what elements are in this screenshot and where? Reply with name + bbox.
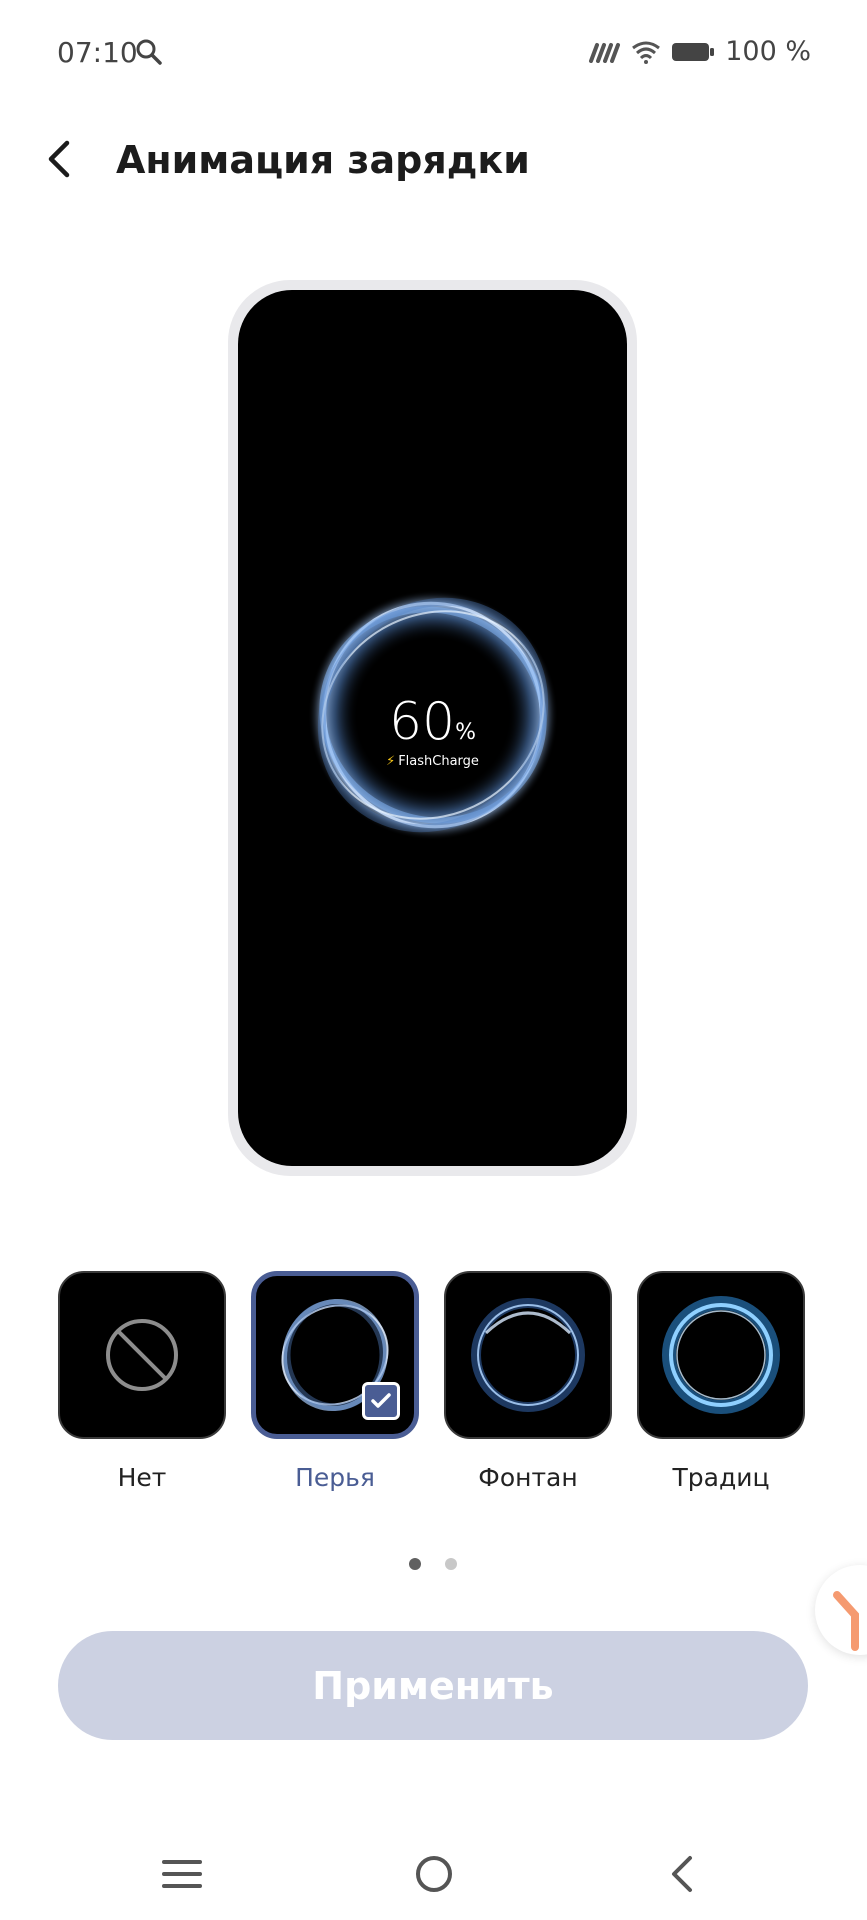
navigation-bar [0,1830,867,1920]
flash-bolt-icon: ⚡ [386,754,396,769]
search-icon [136,39,162,65]
home-button[interactable] [404,1844,464,1904]
floating-assistant-button[interactable] [815,1565,867,1655]
status-bar: 07:10 100 % [0,0,867,100]
option-fountain-label: Фонтан [478,1463,578,1492]
option-traditional-thumb[interactable] [637,1271,805,1439]
phone-preview-frame: 60% ⚡ FlashCharge [228,280,637,1176]
back-button[interactable] [36,134,80,184]
option-none[interactable]: Нет [58,1271,226,1492]
animation-options: Нет Перья Фонтан Традиц [58,1271,818,1501]
status-indicators: 100 % [587,36,811,67]
home-icon [416,1856,452,1892]
option-traditional-label: Традиц [672,1463,770,1492]
recents-button[interactable] [152,1844,212,1904]
page-indicator [409,1558,457,1570]
flashcharge-text: FlashCharge [398,754,479,769]
fountain-ring-icon [471,1298,585,1412]
option-none-label: Нет [117,1463,167,1492]
menu-icon [162,1860,202,1888]
option-traditional[interactable]: Традиц [637,1271,805,1492]
flashcharge-label: ⚡ FlashCharge [238,754,627,769]
battery-icon [672,42,715,61]
page-title: Анимация зарядки [116,138,530,182]
none-icon [106,1319,178,1391]
wifi-icon [632,41,661,64]
option-feathers[interactable]: Перья [251,1271,419,1492]
option-feathers-thumb[interactable] [251,1271,419,1439]
charge-percent: 60% [238,692,627,752]
charge-percent-sign: % [455,720,477,745]
apply-button[interactable]: Применить [58,1631,808,1740]
signal-icon [589,42,621,63]
page-dot-2[interactable] [445,1558,457,1570]
battery-percent: 100 % [725,36,811,67]
option-fountain[interactable]: Фонтан [444,1271,612,1492]
option-none-thumb[interactable] [58,1271,226,1439]
back-icon [672,1856,692,1892]
charge-percent-value: 60 [388,692,456,752]
traditional-ring-icon [662,1296,780,1414]
option-fountain-thumb[interactable] [444,1271,612,1439]
phone-preview-screen: 60% ⚡ FlashCharge [238,290,627,1166]
selected-check-icon [362,1382,400,1420]
assistant-icon [833,1591,859,1651]
page-dot-1[interactable] [409,1558,421,1570]
nav-back-button[interactable] [652,1844,712,1904]
header: Анимация зарядки [0,120,867,200]
back-arrow-icon [48,140,70,178]
status-time: 07:10 [57,36,138,69]
option-feathers-label: Перья [295,1463,375,1492]
